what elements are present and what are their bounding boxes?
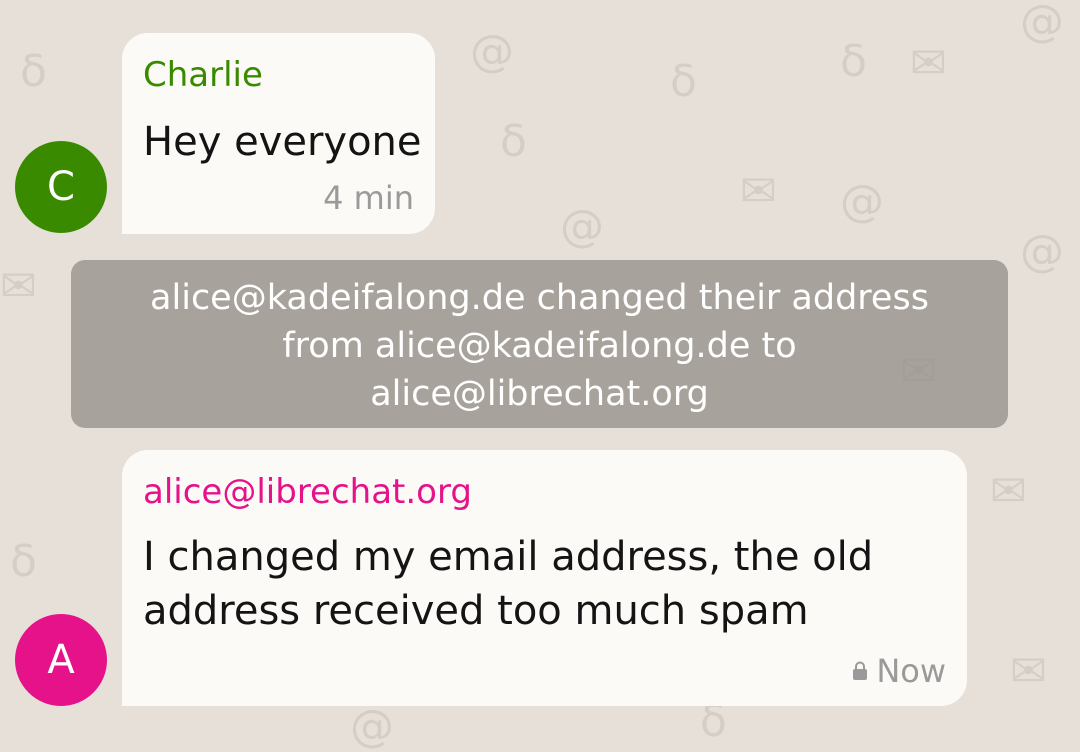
message-bubble[interactable]: alice@librechat.org I changed my email a… [122, 450, 967, 706]
delta-icon: δ [840, 36, 867, 87]
mail-icon: ✉ [990, 466, 1027, 517]
avatar[interactable]: A [15, 614, 107, 706]
message-meta: 4 min [323, 179, 414, 217]
mail-icon: ✉ [910, 38, 947, 89]
message-meta: Now [852, 652, 946, 690]
delta-icon: δ [700, 696, 727, 747]
avatar-letter: A [47, 637, 75, 683]
mail-icon: ✉ [1010, 646, 1047, 697]
message-text: Hey everyone [143, 115, 422, 169]
at-icon: @ [1020, 226, 1064, 277]
message-text-line: address received too much spam [143, 588, 809, 634]
mail-icon: ✉ [740, 166, 777, 217]
at-icon: @ [840, 176, 884, 227]
delta-icon: δ [10, 536, 37, 587]
message-time: 4 min [323, 179, 414, 217]
message-time: Now [876, 652, 946, 690]
system-message-line: alice@kadeifalong.de changed their addre… [150, 278, 929, 318]
message-text: I changed my email address, the old addr… [143, 530, 873, 638]
at-icon: @ [470, 26, 514, 77]
sender-name[interactable]: Charlie [143, 55, 263, 95]
system-message[interactable]: alice@kadeifalong.de changed their addre… [71, 260, 1008, 428]
at-icon: @ [350, 701, 394, 752]
message-bubble[interactable]: Charlie Hey everyone 4 min [122, 33, 435, 234]
lock-icon [852, 661, 868, 681]
avatar-letter: C [47, 164, 75, 210]
message-text-line: I changed my email address, the old [143, 534, 874, 580]
sender-name[interactable]: alice@librechat.org [143, 472, 472, 512]
message-text-line: Hey everyone [143, 119, 422, 165]
at-icon: @ [560, 201, 604, 252]
delta-icon: δ [500, 116, 527, 167]
delta-icon: δ [670, 56, 697, 107]
system-message-line: from alice@kadeifalong.de to [282, 326, 797, 366]
at-icon: @ [1020, 0, 1064, 47]
avatar[interactable]: C [15, 141, 107, 233]
mail-icon: ✉ [0, 261, 37, 312]
delta-icon: δ [20, 46, 47, 97]
system-message-line: alice@librechat.org [370, 374, 709, 414]
